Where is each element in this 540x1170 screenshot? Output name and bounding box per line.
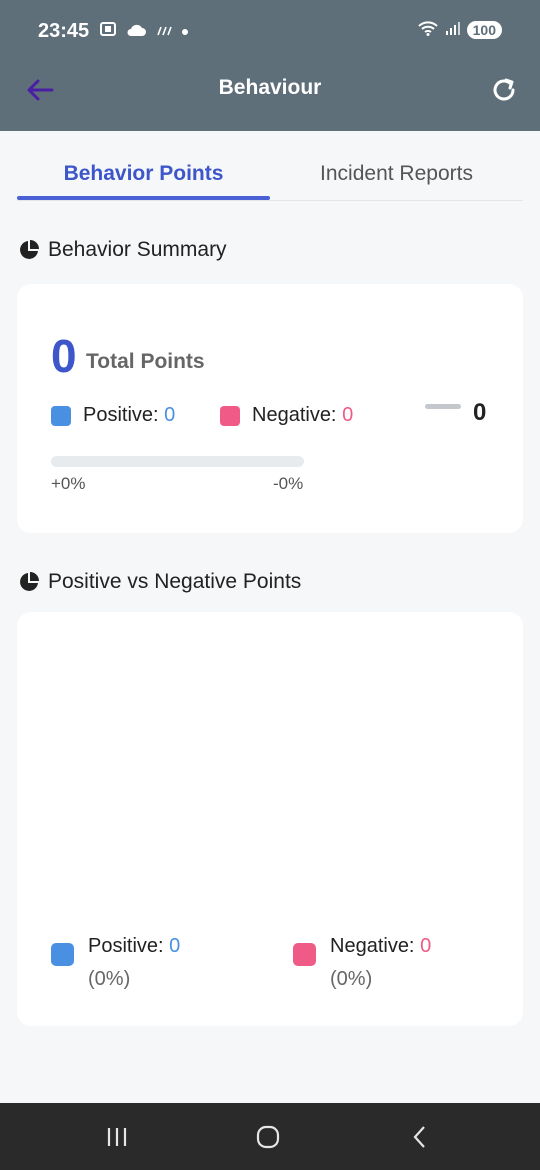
recent-apps-button[interactable] — [97, 1121, 137, 1153]
behavior-summary-title: Behavior Summary — [48, 238, 227, 261]
positive-legend-text: Positive: 0 (0%) — [88, 930, 180, 996]
home-button[interactable] — [248, 1121, 288, 1153]
refresh-icon — [493, 78, 515, 101]
negative-legend-text: Negative: 0 (0%) — [330, 930, 431, 996]
negative-legend-percent: (0%) — [330, 968, 373, 990]
negative-legend-label: Negative: — [330, 935, 415, 957]
negative-legend-item: Negative: 0 (0%) — [293, 930, 431, 996]
pie-chart-icon — [20, 240, 39, 259]
tab-behavior-points[interactable]: Behavior Points — [17, 150, 270, 198]
points-progress-bar — [51, 456, 304, 467]
positive-legend-percent: (0%) — [88, 968, 131, 990]
positive-legend-item: Positive: 0 (0%) — [51, 930, 180, 996]
total-points-label: Total Points — [86, 350, 205, 373]
positive-label: Positive: — [83, 404, 159, 426]
screenshot-icon — [98, 20, 118, 43]
positive-summary: Positive: 0 — [51, 404, 175, 427]
negative-label: Negative: — [252, 404, 337, 426]
negative-legend-swatch — [293, 943, 316, 966]
status-icons-left — [98, 20, 190, 43]
positive-value: 0 — [164, 404, 176, 426]
tab-bar: Behavior Points Incident Reports — [17, 150, 523, 201]
negative-swatch — [220, 405, 240, 426]
positive-legend-value: 0 — [169, 935, 181, 957]
battery-icon: 100 — [466, 21, 502, 39]
system-navigation-bar — [0, 1103, 540, 1170]
dot-icon — [180, 22, 190, 42]
behavior-summary-card: 0 Total Points Positive: 0 Negative: 0 0… — [17, 284, 523, 533]
home-icon — [256, 1125, 280, 1149]
wifi-icon — [417, 20, 439, 40]
behavior-summary-heading: Behavior Summary — [18, 238, 227, 262]
tab-incident-reports[interactable]: Incident Reports — [270, 150, 523, 198]
chevron-left-icon — [413, 1126, 425, 1148]
recent-apps-icon — [107, 1128, 127, 1146]
system-back-button[interactable] — [400, 1121, 440, 1153]
signal-icon — [445, 20, 461, 40]
total-points-value: 0 — [51, 330, 77, 382]
pie-chart-icon — [20, 572, 39, 591]
positive-legend-label: Positive: — [88, 935, 164, 957]
negative-legend-value: 0 — [420, 935, 432, 957]
status-time: 23:45 — [38, 20, 90, 42]
comparison-title: Positive vs Negative Points — [48, 570, 302, 593]
negative-value: 0 — [342, 404, 354, 426]
cloud-icon — [126, 22, 146, 42]
positive-percentage: +0% — [51, 474, 86, 493]
comparison-heading: Positive vs Negative Points — [18, 570, 301, 594]
negative-summary-text: Negative: 0 — [252, 404, 353, 427]
comparison-chart-card: Positive: 0 (0%) Negative: 0 (0%) — [17, 612, 523, 1026]
negative-summary: Negative: 0 — [220, 404, 353, 427]
page-title: Behaviour — [218, 76, 322, 99]
active-tab-indicator — [17, 196, 270, 200]
positive-summary-text: Positive: 0 — [83, 404, 175, 427]
net-points-value: 0 — [473, 399, 487, 426]
negative-percentage: -0% — [273, 474, 304, 493]
status-bar: 23:45 100 — [0, 0, 540, 62]
app-bar: Behaviour — [0, 62, 540, 131]
positive-swatch — [51, 405, 71, 426]
refresh-button[interactable] — [488, 74, 520, 106]
net-points-dash-icon — [425, 404, 461, 409]
rain-icon — [154, 22, 172, 42]
positive-legend-swatch — [51, 943, 74, 966]
status-icons-right: 100 — [417, 20, 502, 40]
